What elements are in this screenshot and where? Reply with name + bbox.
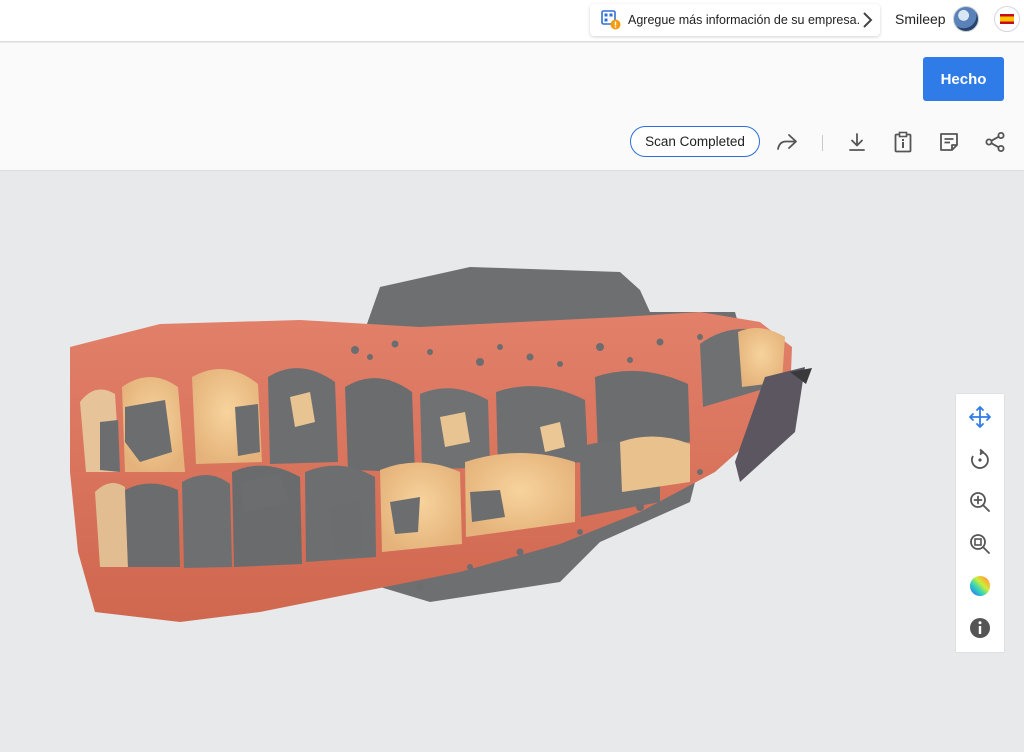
toolbar-divider <box>822 135 823 151</box>
spain-flag-icon <box>1000 14 1014 24</box>
top-bar: Agregue más información de su empresa. S… <box>0 0 1024 42</box>
share-icon[interactable] <box>983 130 1007 154</box>
move-icon[interactable] <box>968 405 992 429</box>
viewer-toolbar <box>955 393 1005 653</box>
rotate-icon[interactable] <box>968 448 992 472</box>
scan-status-badge: Scan Completed <box>630 126 760 157</box>
info-icon[interactable] <box>968 616 992 640</box>
language-selector[interactable] <box>994 6 1020 32</box>
zoom-fit-icon[interactable] <box>968 532 992 556</box>
clipboard-info-icon[interactable] <box>891 130 915 154</box>
notes-icon[interactable] <box>937 130 961 154</box>
scan-header: Hecho Scan Completed <box>0 43 1024 171</box>
scan-viewer[interactable] <box>0 172 1024 752</box>
zoom-in-icon[interactable] <box>968 490 992 514</box>
download-icon[interactable] <box>845 130 869 154</box>
company-info-warning-icon <box>600 9 622 31</box>
company-info-notice-text: Agregue más información de su empresa. <box>628 13 861 27</box>
done-button[interactable]: Hecho <box>923 57 1004 101</box>
chevron-right-icon[interactable] <box>860 11 874 29</box>
user-name[interactable]: Smileep <box>895 11 946 27</box>
color-map-icon[interactable] <box>968 574 992 598</box>
forward-icon[interactable] <box>775 130 799 154</box>
company-info-notice[interactable]: Agregue más información de su empresa. <box>590 4 880 36</box>
avatar[interactable] <box>953 6 979 32</box>
dental-scan-model[interactable] <box>0 172 1024 752</box>
